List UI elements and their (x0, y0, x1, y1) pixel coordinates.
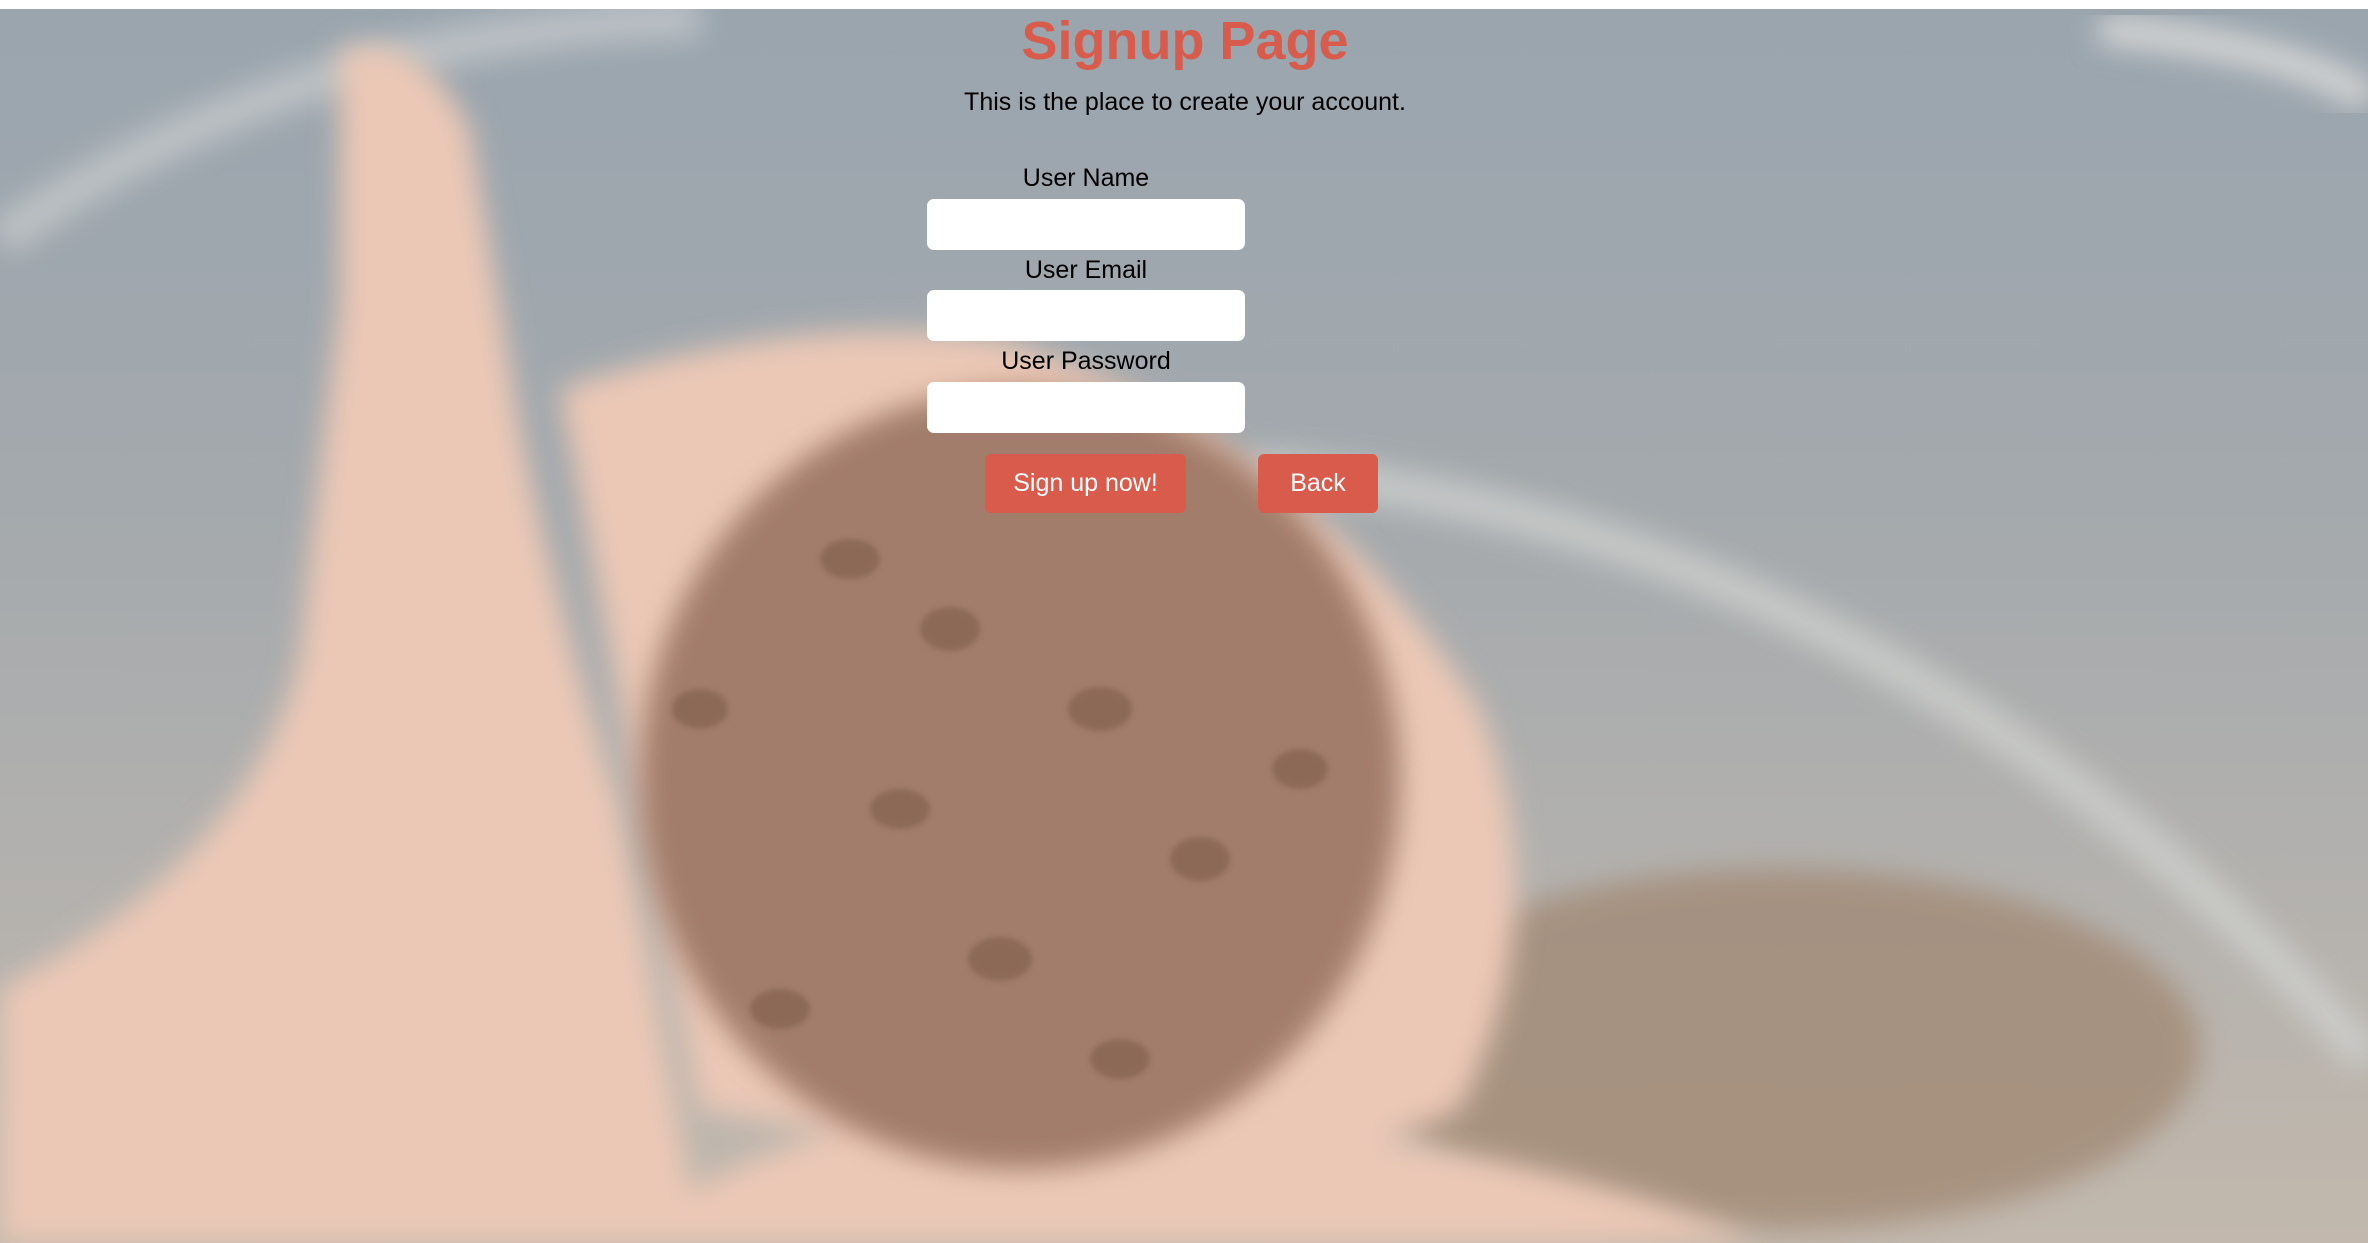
page-subtitle: This is the place to create your account… (964, 88, 1406, 116)
username-input[interactable] (927, 199, 1245, 250)
page-title: Signup Page (1021, 11, 1349, 71)
password-input[interactable] (927, 382, 1245, 433)
email-input[interactable] (927, 290, 1245, 341)
signup-page: Signup Page This is the place to create … (0, 0, 2368, 1243)
back-button[interactable]: Back (1258, 454, 1378, 513)
password-label: User Password (1001, 347, 1171, 375)
signup-button[interactable]: Sign up now! (985, 454, 1186, 513)
email-label: User Email (1024, 256, 1148, 284)
username-label: User Name (1022, 164, 1150, 192)
